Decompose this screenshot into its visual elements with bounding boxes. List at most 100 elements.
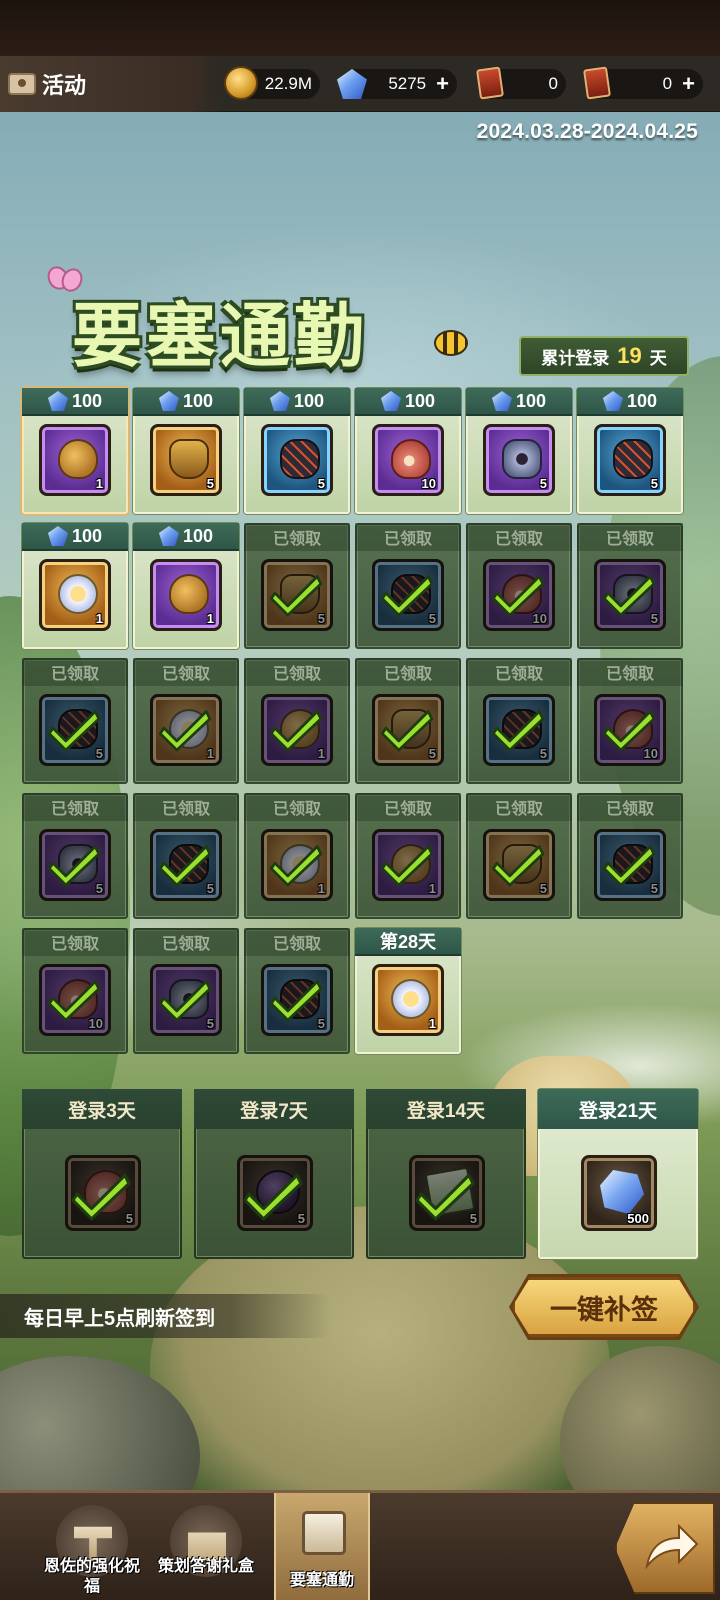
day-reward-tile[interactable]: 已领取 1	[355, 793, 461, 919]
one-click-resign-button[interactable]: 一键补签	[512, 1277, 696, 1337]
diamond-icon	[47, 526, 68, 546]
day-reward-tile[interactable]: 已领取 5	[133, 793, 239, 919]
checkmark-icon	[270, 980, 323, 1022]
checkmark-icon	[48, 845, 101, 887]
item-count: 10	[421, 476, 436, 491]
day-reward-tile[interactable]: 100 1	[22, 388, 128, 514]
item-count: 1	[95, 611, 103, 626]
day-reward-tile[interactable]: 已领取 10	[466, 523, 572, 649]
checkmark-icon	[381, 845, 434, 887]
top-bar: 活动 22.9M 5275 + 0 0 +	[0, 56, 720, 112]
wing-emblem-icon	[391, 979, 431, 1019]
milestone-tile[interactable]: 登录14天 5	[366, 1089, 526, 1259]
day-reward-tile[interactable]: 100 5	[133, 388, 239, 514]
back-button[interactable]	[615, 1496, 720, 1600]
reward-item: 5	[594, 424, 666, 496]
day-reward-tile[interactable]: 已领取 5	[355, 523, 461, 649]
activity-tab-label: 活动	[42, 73, 87, 98]
nav-thanks-gift[interactable]: 策划答谢礼盒	[158, 1493, 254, 1600]
day-reward-tile[interactable]: 已领取 5	[22, 658, 128, 784]
nav-label: 恩佐的强化祝福	[43, 1558, 140, 1595]
checkmark-icon	[603, 710, 656, 752]
milestone-tile[interactable]: 登录21天 500	[538, 1089, 698, 1259]
diamond-icon	[269, 391, 290, 411]
tile-header: 100	[355, 388, 461, 416]
checkmark-icon	[270, 845, 323, 887]
day-reward-tile[interactable]: 100 10	[355, 388, 461, 514]
day-reward-tile[interactable]: 已领取 5	[22, 793, 128, 919]
red-card-icon	[476, 66, 504, 100]
day-reward-tile[interactable]: 100 5	[244, 388, 350, 514]
milestone-label: 登录14天	[366, 1089, 526, 1129]
reward-item: 5	[261, 424, 333, 496]
day-reward-tile[interactable]: 已领取 5	[244, 928, 350, 1054]
return-arrow-icon	[645, 1523, 699, 1570]
bottom-nav: 恩佐的强化祝福 策划答谢礼盒 要塞通勤	[0, 1490, 720, 1600]
checkmark-icon	[416, 1173, 475, 1221]
red-card-value: 0	[548, 74, 558, 93]
tile-header-text: 已领取	[272, 801, 321, 818]
day-reward-tile[interactable]: 100 1	[22, 523, 128, 649]
day-reward-tile[interactable]: 已领取 5	[577, 523, 683, 649]
item-count: 1	[206, 611, 214, 626]
checkmark-icon	[244, 1173, 303, 1221]
tile-header: 已领取	[466, 793, 572, 821]
tile-header-text: 已领取	[272, 531, 321, 548]
checkmark-icon	[159, 980, 212, 1022]
tile-header: 100	[22, 388, 128, 416]
item-count: 5	[650, 476, 658, 491]
diamond-resource: 5275 +	[337, 69, 457, 99]
milestone-tile[interactable]: 登录3天 5	[22, 1089, 182, 1259]
day-reward-tile[interactable]: 已领取 5	[133, 928, 239, 1054]
nav-fortress-commute[interactable]: 要塞通勤	[274, 1493, 370, 1600]
day-reward-tile[interactable]: 100 1	[133, 523, 239, 649]
ticket-resource: 0 +	[583, 66, 703, 100]
tile-header-text: 100	[404, 390, 436, 411]
reward-item: 1	[150, 559, 222, 631]
milestone-tile[interactable]: 登录7天 5	[194, 1089, 354, 1259]
reward-item: 1	[39, 424, 111, 496]
add-diamond-button[interactable]: +	[436, 71, 449, 97]
tile-header: 已领取	[22, 928, 128, 956]
tile-header-text: 100	[182, 525, 214, 546]
day-reward-tile[interactable]: 第28天 1	[355, 928, 461, 1054]
day-reward-tile[interactable]: 已领取 5	[466, 658, 572, 784]
tile-header-text: 已领取	[605, 801, 654, 818]
gear-icon	[502, 439, 542, 479]
event-date-range: 2024.03.28-2024.04.25	[476, 120, 698, 143]
tile-header: 已领取	[244, 658, 350, 686]
day-reward-tile[interactable]: 已领取 5	[244, 523, 350, 649]
day-reward-tile[interactable]: 100 5	[577, 388, 683, 514]
tile-header-text: 已领取	[50, 801, 99, 818]
day-reward-tile[interactable]: 已领取 1	[244, 793, 350, 919]
reward-item: 1	[372, 964, 444, 1036]
checkmark-icon	[381, 710, 434, 752]
tile-header: 已领取	[466, 523, 572, 551]
day-reward-tile[interactable]: 已领取 1	[244, 658, 350, 784]
nav-enzo-blessing[interactable]: 恩佐的强化祝福	[44, 1493, 140, 1600]
crystal-icon	[600, 1170, 644, 1214]
milestone-label: 登录21天	[538, 1089, 698, 1129]
tile-header: 已领取	[355, 658, 461, 686]
day-reward-tile[interactable]: 100 5	[466, 388, 572, 514]
tile-header: 已领取	[244, 793, 350, 821]
day-reward-tile[interactable]: 已领取 1	[133, 658, 239, 784]
day-reward-tile[interactable]: 已领取 10	[577, 658, 683, 784]
tile-header: 已领取	[577, 793, 683, 821]
checkmark-icon	[492, 575, 545, 617]
chest-icon	[8, 73, 36, 95]
day-reward-tile[interactable]: 已领取 5	[577, 793, 683, 919]
tile-header-text: 已领取	[605, 666, 654, 683]
day-reward-tile[interactable]: 已领取 5	[466, 793, 572, 919]
wing-emblem-icon	[58, 574, 98, 614]
item-count: 5	[317, 476, 325, 491]
day-reward-tile[interactable]: 已领取 10	[22, 928, 128, 1054]
checkmark-icon	[492, 710, 545, 752]
day-reward-tile[interactable]: 已领取 5	[355, 658, 461, 784]
diamond-icon	[47, 391, 68, 411]
tile-header-text: 已领取	[383, 801, 432, 818]
activity-tab[interactable]: 活动	[0, 56, 222, 112]
cumulative-unit: 天	[649, 348, 667, 368]
diamond-value: 5275	[388, 74, 427, 93]
add-ticket-button[interactable]: +	[682, 71, 695, 97]
